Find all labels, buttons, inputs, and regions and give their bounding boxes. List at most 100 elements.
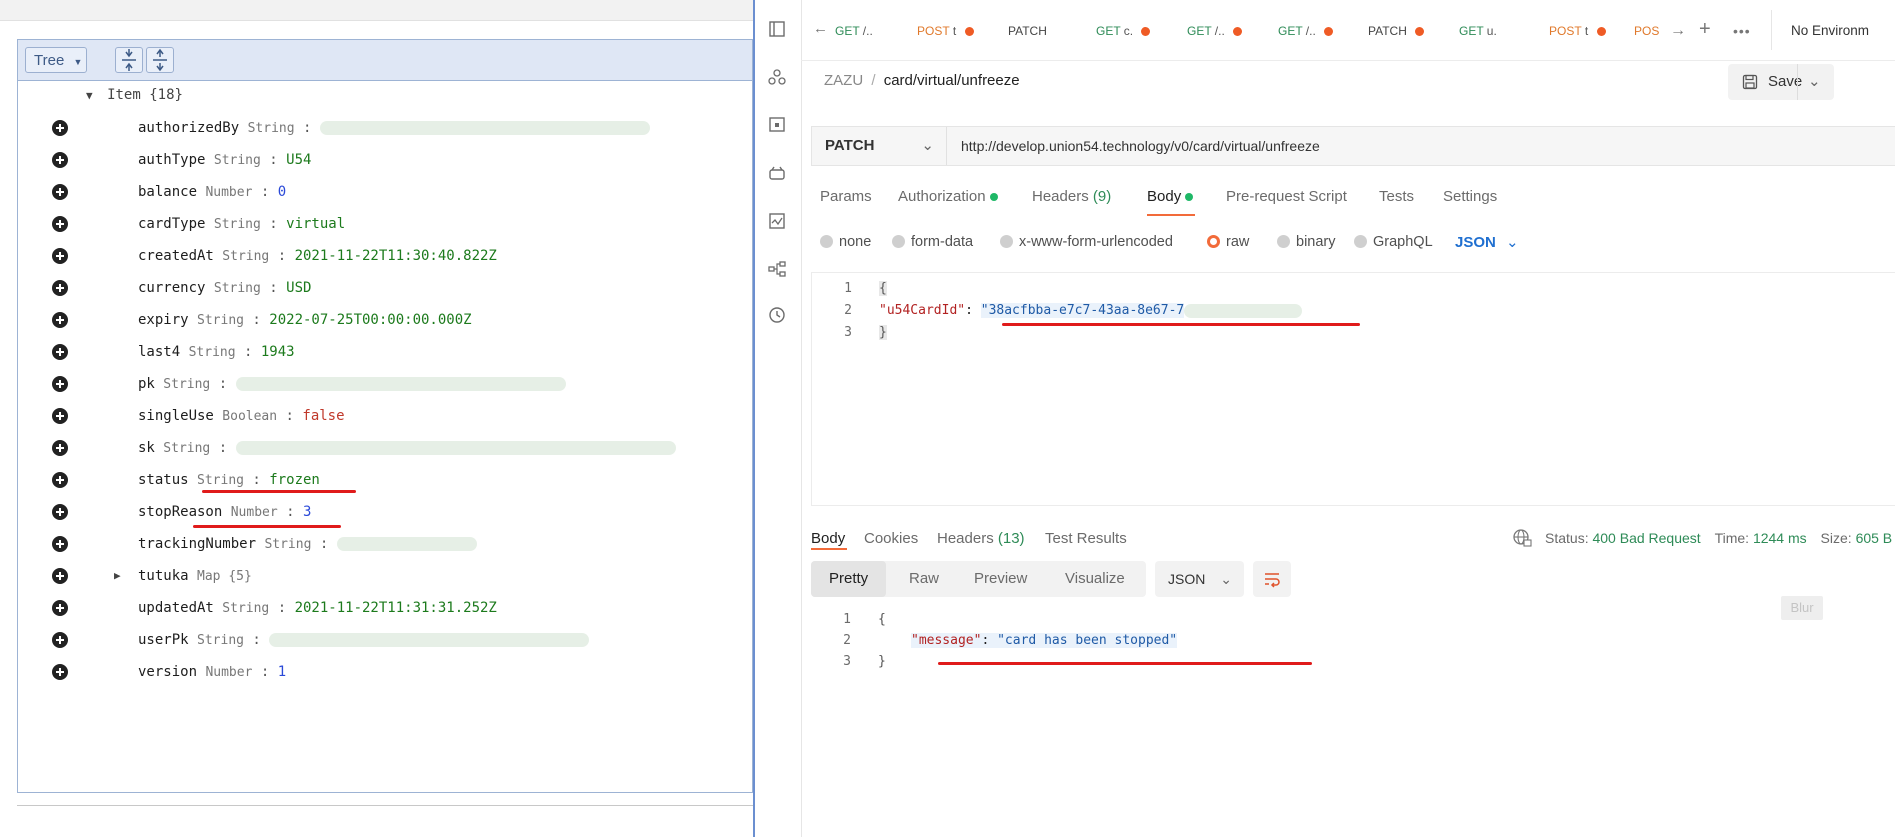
caret-right-icon[interactable]: ▶ [114,560,121,592]
environment-selector[interactable]: No Environm [1791,20,1869,42]
tree-value[interactable]: 0 [278,184,286,200]
add-node-icon[interactable] [52,120,68,136]
request-tab[interactable]: POST t [1549,20,1606,42]
add-node-icon[interactable] [52,440,68,456]
radio-graphql[interactable]: GraphQL [1354,233,1433,251]
tree-row[interactable]: trackingNumber String : [18,528,754,560]
tree-row[interactable]: stopReason Number : 3 [18,496,754,528]
add-node-icon[interactable] [52,344,68,360]
tree-value[interactable]: 3 [303,504,311,520]
request-body-editor[interactable]: 1 2 3 { "u54CardId": "38acfbba-e7c7-43aa… [811,272,1895,506]
body-format-dropdown[interactable]: JSON ⌄ [1455,233,1519,251]
tab-prerequest-script[interactable]: Pre-request Script [1226,188,1347,205]
tree-key[interactable]: singleUse [138,408,214,424]
tree-row[interactable]: pk String : [18,368,754,400]
radio-raw[interactable]: raw [1207,233,1249,251]
add-node-icon[interactable] [52,632,68,648]
tree-value[interactable]: 2021-11-22T11:31:31.252Z [295,600,497,616]
tree-root-node[interactable]: ▼ Item {18} [86,83,183,108]
tree-mode-dropdown[interactable]: Tree ▼ [25,47,87,73]
add-node-icon[interactable] [52,664,68,680]
add-node-icon[interactable] [52,184,68,200]
tree-key[interactable]: authType [138,152,205,168]
request-tab[interactable]: GET c. [1096,20,1151,42]
request-tab[interactable]: POS [1634,20,1659,42]
tree-key[interactable]: stopReason [138,504,222,520]
tabs-scroll-left-icon[interactable]: ← [813,18,828,40]
tree-row[interactable]: authorizedBy String : [18,112,754,144]
tab-authorization[interactable]: Authorization [898,188,998,205]
add-node-icon[interactable] [52,312,68,328]
expand-all-button[interactable] [146,47,174,73]
tree-value[interactable]: USD [286,280,311,296]
add-node-icon[interactable] [52,536,68,552]
environments-icon[interactable] [768,116,786,134]
tree-key[interactable]: authorizedBy [138,120,239,136]
tab-settings[interactable]: Settings [1443,188,1497,205]
tree-key[interactable]: updatedAt [138,600,214,616]
tree-key[interactable]: status [138,472,189,488]
add-node-icon[interactable] [52,376,68,392]
tree-key[interactable]: balance [138,184,197,200]
response-tab-body[interactable]: Body [811,530,845,547]
request-tab[interactable]: POST t [917,20,974,42]
view-pretty[interactable]: Pretty [811,561,887,597]
tree-key[interactable]: last4 [138,344,180,360]
radio-x-www-form-urlencoded[interactable]: x-www-form-urlencoded [1000,233,1173,251]
tree-key[interactable]: createdAt [138,248,214,264]
tree-value[interactable]: U54 [286,152,311,168]
apis-icon[interactable] [768,68,786,86]
tree-value[interactable]: virtual [286,216,345,232]
request-tab[interactable]: GET /.. [1187,20,1243,42]
tree-value[interactable]: 2021-11-22T11:30:40.822Z [295,248,497,264]
tree-value[interactable]: 1 [278,664,286,680]
tree-row[interactable]: last4 String : 1943 [18,336,754,368]
tree-row[interactable]: status String : frozen [18,464,754,496]
tabs-scroll-right-icon[interactable]: → [1670,20,1686,42]
tree-row[interactable]: balance Number : 0 [18,176,754,208]
tree-row[interactable]: cardType String : virtual [18,208,754,240]
request-tab[interactable]: PATCH [1368,20,1425,42]
tab-params[interactable]: Params [820,188,872,205]
tree-key[interactable]: userPk [138,632,189,648]
tree-row[interactable]: singleUse Boolean : false [18,400,754,432]
add-node-icon[interactable] [52,216,68,232]
tab-tests[interactable]: Tests [1379,188,1414,205]
tree-row[interactable]: version Number : 1 [18,656,754,688]
response-tab-cookies[interactable]: Cookies [864,530,918,547]
add-node-icon[interactable] [52,472,68,488]
request-tab[interactable]: GET /.. [1278,20,1334,42]
globe-network-icon[interactable] [1512,528,1532,553]
mock-servers-icon[interactable] [768,164,786,182]
response-tab-test-results[interactable]: Test Results [1045,530,1127,547]
more-tabs-icon[interactable]: ••• [1733,20,1751,42]
tree-row[interactable]: ▶ tutuka Map {5} [18,560,754,592]
collections-icon[interactable] [768,20,786,38]
flows-icon[interactable] [768,260,786,278]
response-format-dropdown[interactable]: JSON ⌄ [1155,561,1244,597]
save-button[interactable]: Save ⌄ [1728,64,1834,100]
monitors-icon[interactable] [768,212,786,230]
request-tab[interactable]: PATCH [1008,20,1047,42]
wrap-lines-button[interactable] [1253,561,1291,597]
add-node-icon[interactable] [52,248,68,264]
tree-key[interactable]: sk [138,440,155,456]
add-node-icon[interactable] [52,408,68,424]
tree-key[interactable]: currency [138,280,205,296]
time-value[interactable]: 1244 ms [1753,530,1807,546]
radio-binary[interactable]: binary [1277,233,1336,251]
radio-none[interactable]: none [820,233,871,251]
tree-key[interactable]: cardType [138,216,205,232]
tree-row[interactable]: authType String : U54 [18,144,754,176]
url-input[interactable]: http://develop.union54.technology/v0/car… [961,127,1320,165]
tree-value[interactable]: 2022-07-25T00:00:00.000Z [269,312,471,328]
size-value[interactable]: 605 B [1856,530,1893,546]
collapse-all-button[interactable] [115,47,143,73]
view-visualize[interactable]: Visualize [1065,561,1125,597]
view-preview[interactable]: Preview [974,561,1027,597]
add-node-icon[interactable] [52,280,68,296]
tree-row[interactable]: updatedAt String : 2021-11-22T11:31:31.2… [18,592,754,624]
tree-key[interactable]: version [138,664,197,680]
add-node-icon[interactable] [52,152,68,168]
tree-row[interactable]: userPk String : [18,624,754,656]
